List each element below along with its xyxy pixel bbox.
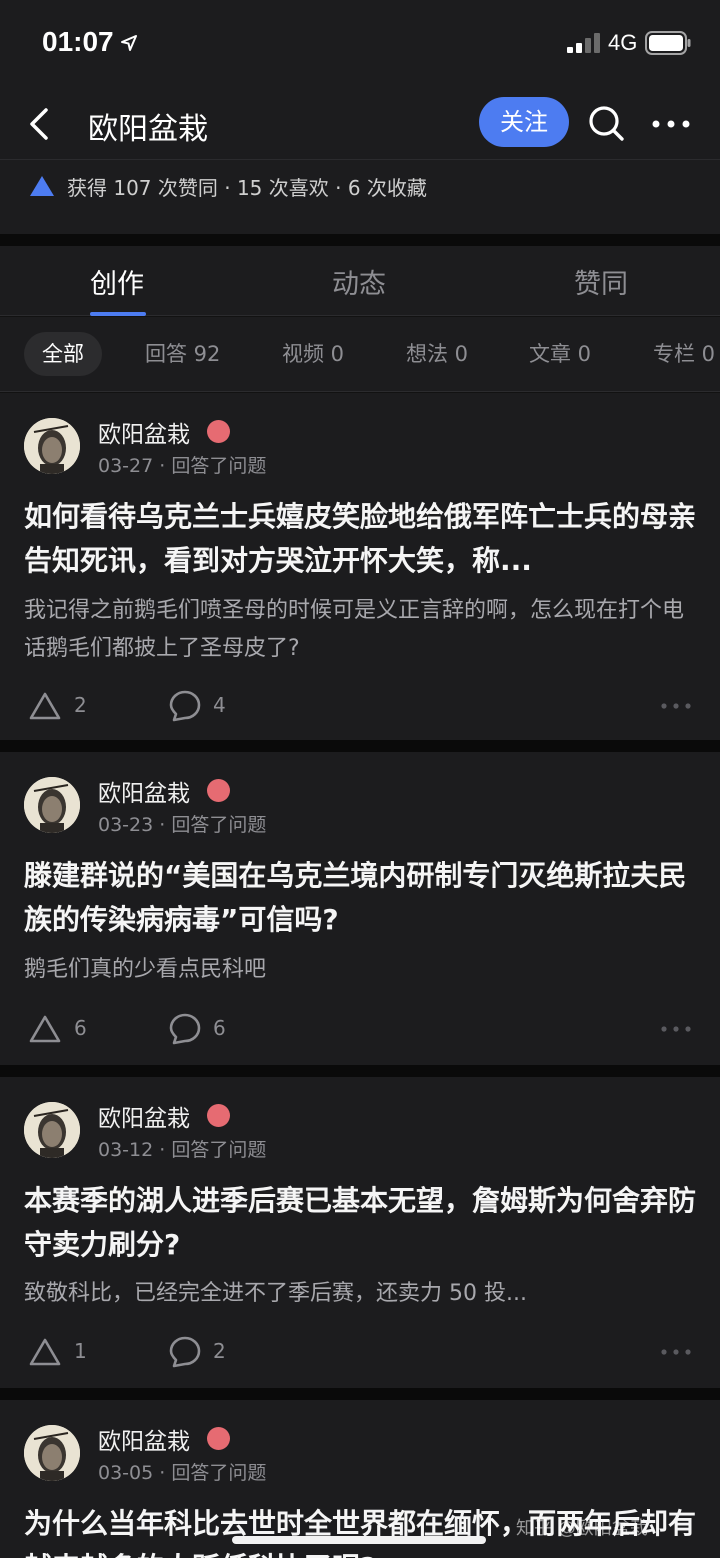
- upvote-count: 6: [74, 1016, 87, 1040]
- network-label: 4G: [608, 30, 638, 55]
- comment-icon[interactable]: [168, 1012, 202, 1046]
- avatar-portrait-icon: [24, 1425, 80, 1481]
- card-actions: 6 6: [0, 1010, 720, 1050]
- avatar-portrait-icon: [24, 1102, 80, 1158]
- question-title[interactable]: 本赛季的湖人进季后赛已基本无望，詹姆斯为何舍弃防守卖力刷分?: [24, 1179, 696, 1267]
- upvote-icon[interactable]: [28, 1012, 62, 1046]
- verified-badge-icon: [207, 1427, 230, 1450]
- comment-count: 2: [213, 1339, 226, 1363]
- home-indicator[interactable]: [232, 1536, 486, 1544]
- upvote-count: 1: [74, 1339, 87, 1363]
- upvote-count: 2: [74, 693, 87, 717]
- search-icon[interactable]: [585, 102, 629, 146]
- avatar-portrait-icon: [24, 777, 80, 833]
- filter-videos[interactable]: 视频 0: [282, 332, 344, 376]
- card-divider: [0, 740, 720, 752]
- card-actions: 1 2: [0, 1333, 720, 1373]
- battery-icon: [645, 31, 691, 55]
- status-bar: 01:07 4G: [0, 0, 720, 88]
- verified-badge-icon: [207, 779, 230, 802]
- post-meta: 03-12 · 回答了问题: [98, 1139, 267, 1161]
- answer-excerpt[interactable]: 致敬科比，已经完全进不了季后赛，还卖力 50 投...: [24, 1275, 696, 1313]
- filter-articles[interactable]: 文章 0: [529, 332, 591, 376]
- page-title: 欧阳盆栽: [88, 112, 208, 147]
- author-name[interactable]: 欧阳盆栽: [98, 1099, 190, 1133]
- author-name[interactable]: 欧阳盆栽: [98, 415, 190, 449]
- main-tabs: 创作 动态 赞同: [0, 246, 720, 316]
- back-icon[interactable]: [20, 102, 60, 146]
- card-more-icon[interactable]: [660, 697, 692, 715]
- card-actions: 2 4: [0, 687, 720, 727]
- comment-count: 6: [213, 1016, 226, 1040]
- filter-thoughts[interactable]: 想法 0: [406, 332, 468, 376]
- content-filter-bar: 全部 回答 92 视频 0 想法 0 文章 0 专栏 0: [0, 317, 720, 392]
- watermark: 知乎 @欧阳盆栽: [516, 1518, 648, 1539]
- profile-stats: 获得 107 次赞同 · 15 次喜欢 · 6 次收藏: [0, 160, 720, 234]
- card-more-icon[interactable]: [660, 1343, 692, 1361]
- post-meta: 03-27 · 回答了问题: [98, 455, 267, 477]
- verified-badge-icon: [207, 1104, 230, 1127]
- card-divider: [0, 1388, 720, 1400]
- card-more-icon[interactable]: [660, 1020, 692, 1038]
- upvote-icon[interactable]: [28, 689, 62, 723]
- tab-activity[interactable]: 动态: [332, 262, 386, 301]
- avatar-portrait-icon: [24, 418, 80, 474]
- upvote-triangle-icon: [30, 176, 54, 196]
- comment-count: 4: [213, 693, 226, 717]
- filter-columns[interactable]: 专栏 0: [653, 332, 715, 376]
- avatar[interactable]: [24, 777, 80, 833]
- upvote-icon[interactable]: [28, 1335, 62, 1369]
- question-title[interactable]: 如何看待乌克兰士兵嬉皮笑脸地给俄军阵亡士兵的母亲告知死讯，看到对方哭泣开怀大笑，…: [24, 495, 696, 583]
- signal-icon: [567, 33, 600, 53]
- answer-excerpt[interactable]: 鹅毛们真的少看点民科吧: [24, 951, 696, 989]
- feed-card[interactable]: 欧阳盆栽 03-23 · 回答了问题 滕建群说的“美国在乌克兰境内研制专门灭绝斯…: [0, 752, 720, 1065]
- profile-header: 欧阳盆栽 关注: [0, 88, 720, 160]
- verified-badge-icon: [207, 420, 230, 443]
- comment-icon[interactable]: [168, 689, 202, 723]
- active-tab-indicator: [90, 312, 146, 316]
- stats-summary: 获得 107 次赞同 · 15 次喜欢 · 6 次收藏: [67, 176, 427, 200]
- section-divider: [0, 234, 720, 246]
- comment-icon[interactable]: [168, 1335, 202, 1369]
- question-title[interactable]: 滕建群说的“美国在乌克兰境内研制专门灭绝斯拉夫民族的传染病病毒”可信吗?: [24, 854, 696, 942]
- feed-card[interactable]: 欧阳盆栽 03-27 · 回答了问题 如何看待乌克兰士兵嬉皮笑脸地给俄军阵亡士兵…: [0, 393, 720, 740]
- location-arrow-icon: [121, 35, 137, 51]
- answer-excerpt[interactable]: 我记得之前鹅毛们喷圣母的时候可是义正言辞的啊，怎么现在打个电话鹅毛们都披上了圣母…: [24, 592, 696, 668]
- filter-all[interactable]: 全部: [24, 332, 102, 376]
- author-name[interactable]: 欧阳盆栽: [98, 774, 190, 808]
- card-divider: [0, 1065, 720, 1077]
- more-options-icon[interactable]: [650, 102, 692, 146]
- post-meta: 03-05 · 回答了问题: [98, 1462, 267, 1484]
- follow-button[interactable]: 关注: [479, 97, 569, 147]
- avatar[interactable]: [24, 418, 80, 474]
- avatar[interactable]: [24, 1102, 80, 1158]
- feed-card[interactable]: 欧阳盆栽 03-12 · 回答了问题 本赛季的湖人进季后赛已基本无望，詹姆斯为何…: [0, 1077, 720, 1388]
- tab-creations[interactable]: 创作: [90, 262, 144, 301]
- status-time: 01:07: [42, 26, 114, 57]
- tab-upvoted[interactable]: 赞同: [574, 262, 628, 301]
- avatar[interactable]: [24, 1425, 80, 1481]
- author-name[interactable]: 欧阳盆栽: [98, 1422, 190, 1456]
- filter-answers[interactable]: 回答 92: [145, 332, 220, 376]
- post-meta: 03-23 · 回答了问题: [98, 814, 267, 836]
